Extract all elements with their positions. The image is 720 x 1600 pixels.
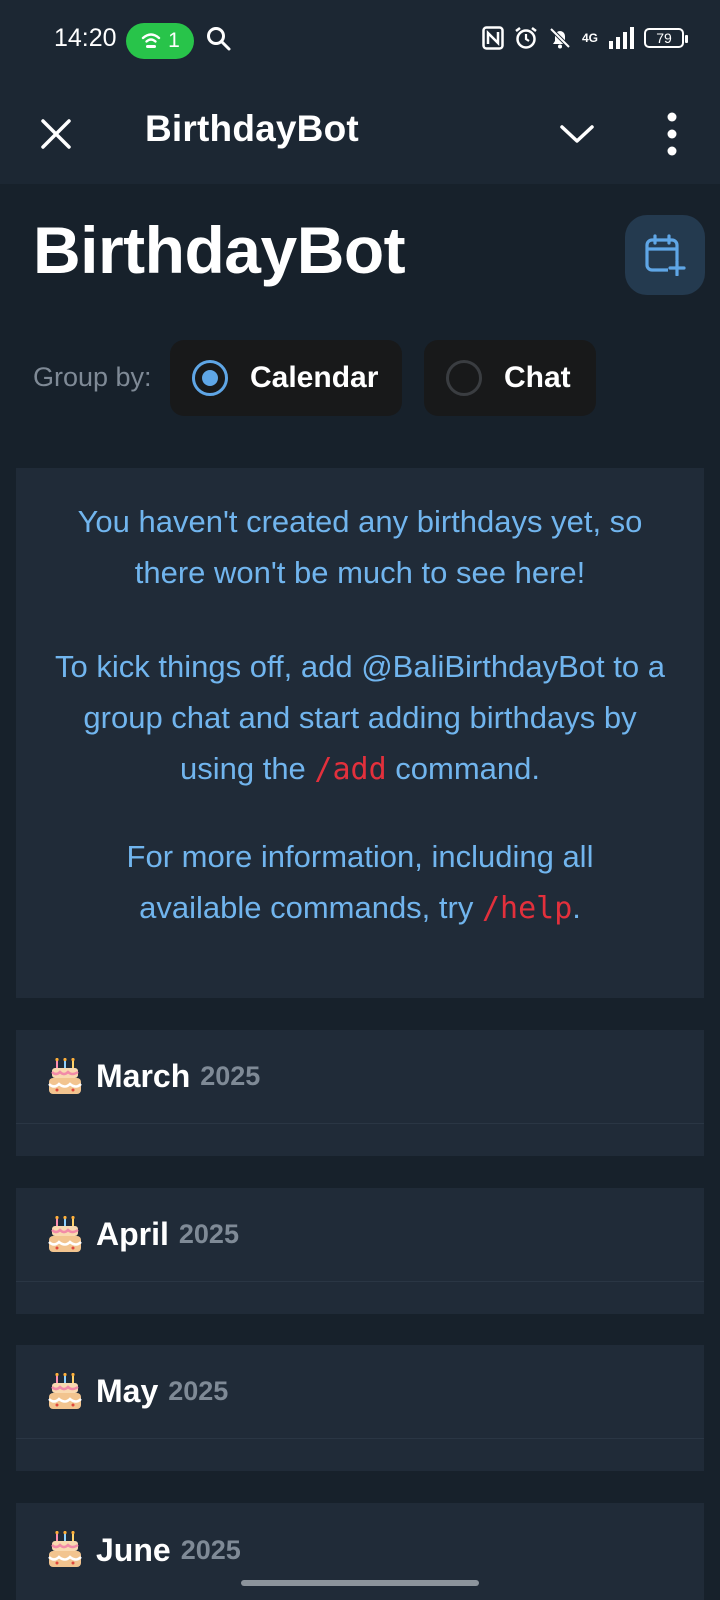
- status-bar: 14:20 1 4G 79: [0, 0, 720, 86]
- add-command: /add: [314, 752, 387, 787]
- group-option-label: Chat: [504, 361, 571, 394]
- month-header[interactable]: May 2025: [16, 1345, 704, 1439]
- chevron-down-icon[interactable]: [555, 112, 599, 156]
- birthday-cake-icon: [48, 1057, 82, 1094]
- calendar-plus-icon: [645, 234, 686, 276]
- group-option-calendar[interactable]: Calendar: [170, 340, 402, 416]
- info-paragraph: For more information, including all avai…: [16, 831, 704, 934]
- group-option-label: Calendar: [250, 361, 379, 394]
- hotspot-badge: 1: [126, 23, 194, 59]
- group-option-chat[interactable]: Chat: [424, 340, 596, 416]
- month-card-may: May 2025: [16, 1345, 704, 1471]
- month-card-march: March 2025: [16, 1030, 704, 1156]
- nfc-icon: [482, 26, 504, 50]
- close-icon[interactable]: [34, 112, 78, 156]
- group-by-label: Group by:: [33, 362, 152, 392]
- info-text: .: [572, 890, 581, 925]
- page-title: BirthdayBot: [33, 213, 406, 287]
- month-name: May: [96, 1373, 159, 1409]
- birthday-cake-icon: [48, 1531, 82, 1567]
- status-icons: 4G 79: [482, 26, 688, 50]
- empty-state-info: You haven't created any birthdays yet, s…: [16, 468, 704, 998]
- signal-icon: [609, 27, 634, 49]
- alarm-icon: [515, 27, 537, 49]
- info-text: command.: [386, 751, 541, 786]
- add-birthday-button[interactable]: [625, 215, 705, 295]
- app-bar: BirthdayBot: [0, 86, 720, 184]
- month-year: 2025: [168, 1376, 229, 1406]
- month-year: 2025: [178, 1219, 239, 1249]
- radio-unselected[interactable]: [446, 360, 482, 396]
- birthday-cake-icon: [48, 1372, 82, 1409]
- month-card-april: April 2025: [16, 1188, 704, 1314]
- month-name: April: [96, 1216, 169, 1252]
- mute-bell-icon: [549, 27, 571, 49]
- month-header[interactable]: March 2025: [16, 1030, 704, 1124]
- month-header[interactable]: April 2025: [16, 1188, 704, 1282]
- radio-selected[interactable]: [192, 360, 228, 396]
- info-paragraph: You haven't created any birthdays yet, s…: [77, 504, 643, 590]
- home-indicator[interactable]: [241, 1580, 479, 1586]
- help-command: /help: [481, 891, 573, 926]
- info-paragraph: To kick things off, add @BaliBirthdayBot…: [16, 641, 704, 795]
- status-time: 14:20: [54, 24, 117, 52]
- app-bar-title: BirthdayBot: [145, 108, 359, 149]
- network-type: 4G: [581, 30, 598, 45]
- search-icon: [207, 27, 231, 51]
- hotspot-icon: [141, 33, 161, 48]
- month-name: March: [96, 1058, 191, 1094]
- hotspot-count: 1: [168, 29, 180, 52]
- battery-indicator: 79: [644, 28, 688, 48]
- month-name: June: [96, 1531, 171, 1568]
- battery-level: 79: [656, 30, 672, 46]
- birthday-cake-icon: [48, 1215, 82, 1252]
- more-options-icon[interactable]: [650, 108, 694, 160]
- month-year: 2025: [200, 1061, 261, 1091]
- month-year: 2025: [180, 1534, 241, 1565]
